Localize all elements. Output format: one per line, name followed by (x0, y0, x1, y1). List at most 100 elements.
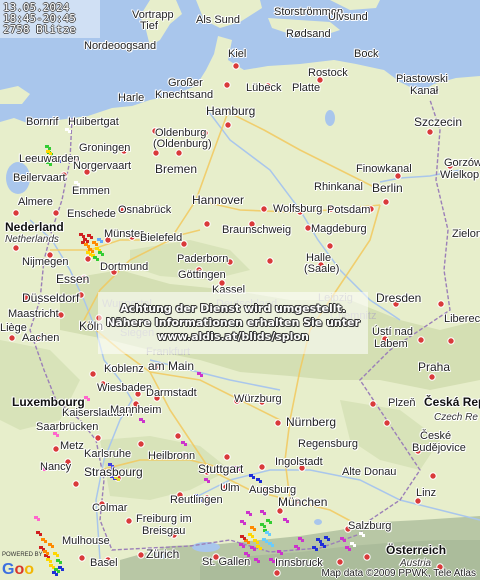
lightning-strike (251, 546, 254, 549)
lightning-strike (66, 128, 69, 131)
lightning-strike (346, 546, 349, 549)
strike-info-box: 13.05.2024 18:45-20:45 2758 Blitze (0, 0, 100, 38)
place-label: Potsdam (327, 204, 371, 216)
lightning-strike (53, 571, 56, 574)
city-marker (273, 569, 281, 577)
place-label: Wiesbaden (97, 382, 153, 394)
lightning-strike (84, 238, 87, 241)
place-label: Lübeck (246, 82, 282, 94)
place-label: Groningen (79, 142, 131, 154)
city-marker (72, 480, 80, 488)
place-label: Karlsruhe (84, 448, 132, 460)
lightning-strike (241, 535, 244, 538)
place-label: Linz (416, 487, 437, 499)
city-marker (224, 121, 232, 129)
city-marker (52, 209, 60, 217)
place-label: am Main (148, 359, 195, 373)
lightning-strike (261, 523, 264, 526)
city-marker (369, 400, 377, 408)
city-marker (274, 419, 282, 427)
place-label: Bremen (155, 162, 198, 176)
lightning-strike (278, 550, 281, 553)
lightning-strike (351, 542, 354, 545)
city-marker (12, 209, 20, 217)
place-label: Maastricht (8, 308, 59, 320)
lightning-strike (257, 545, 260, 548)
place-label: Braunschweig (222, 224, 292, 236)
place-label: Heilbronn (148, 450, 196, 462)
place-label: Strasbourg (84, 465, 143, 479)
lightning-strike (182, 441, 185, 444)
place-label: Basel (90, 557, 118, 569)
lightning-strike (245, 552, 248, 555)
place-label: Knechtsand (155, 89, 214, 101)
place-label: Reutlingen (170, 494, 223, 506)
place-label: Huibertgat (68, 116, 119, 128)
place-label: Ingolstadt (275, 456, 323, 468)
place-label: Bornrif (26, 116, 59, 128)
lightning-strike (55, 568, 58, 571)
place-label: Česká Rep (424, 395, 480, 409)
lightning-strike (360, 532, 363, 535)
lightning-strike (46, 145, 49, 148)
place-label: Berlin (372, 181, 403, 195)
city-marker (8, 334, 16, 342)
place-label: Beilervaart (13, 172, 66, 184)
place-label: Tief (140, 20, 158, 32)
lightning-strike (96, 247, 99, 250)
place-label: Breisgau (142, 525, 186, 537)
notice-line-1: Achtung der Dienst wird umgestellt. (120, 302, 346, 315)
place-label: Hannover (192, 193, 245, 207)
place-label: Szczecin (414, 115, 463, 129)
place-label: Platte (292, 82, 321, 94)
city-marker (89, 370, 97, 378)
lightning-strike (257, 478, 260, 481)
place-label: Würzburg (234, 393, 282, 405)
lightning-strike (94, 256, 97, 259)
lightning-strike (42, 538, 45, 541)
city-marker (94, 434, 102, 442)
place-label: Labem (374, 338, 408, 350)
lightning-strike (241, 520, 244, 523)
google-logo[interactable]: Goo (2, 552, 42, 578)
place-label: Regensburg (298, 438, 358, 450)
place-label: Bock (354, 48, 379, 60)
place-label: Zürich (146, 547, 180, 561)
lightning-strike (80, 233, 83, 236)
place-label: Hamburg (206, 104, 256, 118)
place-label: Kiel (228, 48, 247, 60)
lightning-strike (49, 543, 52, 546)
lightning-strike (249, 533, 252, 536)
lightning-strike (47, 558, 50, 561)
map-data-credit: Map data ©2009 PPWK, Tele Atlas (321, 568, 477, 579)
lightning-strike (75, 181, 78, 184)
city-marker (223, 81, 231, 89)
place-label: Ulm (220, 482, 240, 494)
place-label: Nordeoogsand (84, 40, 157, 52)
place-label: St. Gallen (202, 556, 251, 568)
place-label: Koblenz (104, 363, 144, 375)
place-label: Düsseldorf (22, 291, 80, 305)
place-label: Innsbruck (275, 557, 323, 569)
lightning-strike (269, 542, 272, 545)
place-label: Praha (418, 360, 451, 374)
lightning-strike (40, 546, 43, 549)
lightning-strike (325, 536, 328, 539)
lightning-strike (85, 396, 88, 399)
place-label: Plzeň (388, 397, 416, 409)
lightning-strike (247, 511, 250, 514)
city-marker (383, 419, 391, 427)
place-label: Rostock (308, 67, 348, 79)
lightning-strike (270, 558, 273, 561)
lightning-strike (54, 552, 57, 555)
place-label: Nijmegen (22, 256, 69, 268)
place-label: Als Sund (196, 14, 241, 26)
city-marker (125, 517, 133, 525)
notice-link[interactable]: www.aldis.at/blids/splon (98, 330, 368, 343)
place-label: Alte Donau (342, 466, 397, 478)
city-marker (429, 472, 437, 480)
city-marker (258, 463, 266, 471)
lightning-strike (50, 564, 53, 567)
lightning-strike (85, 243, 88, 246)
lightning-strike (313, 546, 316, 549)
